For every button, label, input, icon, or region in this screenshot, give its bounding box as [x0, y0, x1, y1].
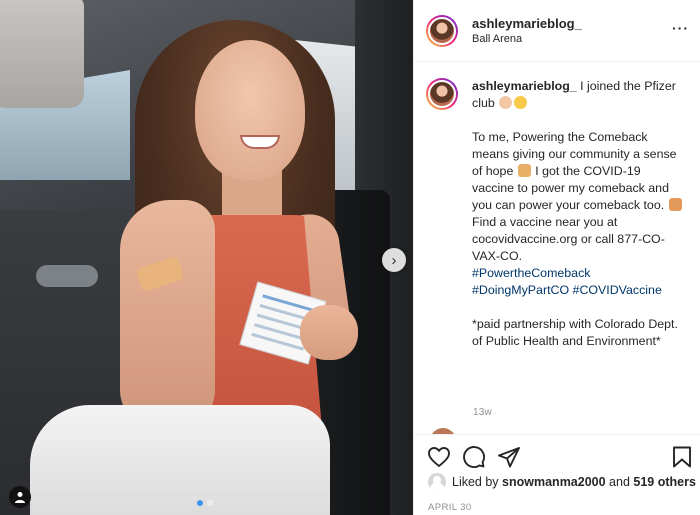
share-button[interactable]: [497, 445, 521, 469]
author-avatar[interactable]: [426, 14, 458, 47]
caption-avatar[interactable]: [426, 78, 458, 110]
more-options-icon[interactable]: ···: [672, 20, 689, 36]
post-header: ashleymarieblog_ Ball Arena ···: [414, 0, 700, 62]
author-username[interactable]: ashleymarieblog_: [472, 15, 582, 32]
caption-para2-c: Find a vaccine near you at cocovidvaccin…: [472, 215, 665, 263]
flexed-biceps-emoji-icon: [668, 198, 682, 211]
paper-plane-icon: [498, 447, 520, 468]
like-button[interactable]: [427, 445, 451, 469]
grinning-face-emoji-icon: [514, 96, 528, 109]
caption-hashtags: #PowertheComeback #DoingMyPartCO #COVIDV…: [472, 265, 686, 297]
likes-prefix: Liked by: [452, 475, 499, 489]
likes-summary: Liked by snowmanma2000 and 519 others: [428, 473, 696, 491]
comment-icon: [463, 446, 485, 468]
comments-section: ashleymarieblog_ I joined the Pfizer clu…: [414, 62, 700, 434]
user-icon: [15, 492, 25, 503]
save-button[interactable]: [670, 445, 694, 469]
hashtag-link[interactable]: #PowertheComeback: [472, 265, 686, 282]
carousel-dot-2: [207, 500, 213, 506]
next-comment-peek: [426, 424, 696, 434]
sun-visor: [0, 0, 84, 108]
post-caption: ashleymarieblog_ I joined the Pfizer clu…: [426, 78, 696, 350]
caption-time-ago[interactable]: 13w: [473, 407, 492, 418]
likes-middle: and: [605, 475, 634, 489]
person-face: [195, 40, 305, 180]
likes-count-link[interactable]: 519 others: [633, 475, 696, 489]
caption-username[interactable]: ashleymarieblog_: [472, 79, 577, 93]
caption-paragraph-3: *paid partnership with Colorado Dept. of…: [472, 317, 678, 348]
comment-button[interactable]: [462, 445, 486, 469]
post-side-panel: ashleymarieblog_ Ball Arena ··· ashleyma…: [413, 0, 700, 515]
post-actions: Liked by snowmanma2000 and 519 others AP…: [414, 434, 700, 513]
carousel-next-button[interactable]: ›: [382, 248, 406, 272]
heart-icon: [428, 447, 450, 467]
door-handle: [36, 265, 98, 287]
post-photo[interactable]: ›: [0, 0, 413, 515]
person-jeans: [30, 405, 330, 515]
carousel-indicator: [197, 500, 213, 506]
liker-avatar[interactable]: [428, 473, 446, 491]
liker-username[interactable]: snowmanma2000: [502, 475, 606, 489]
caption-paragraph-2: To me, Powering the Comeback means givin…: [472, 129, 686, 265]
post-date[interactable]: APRIL 30: [428, 502, 472, 513]
chevron-right-icon: ›: [391, 251, 397, 269]
person-hand: [300, 305, 358, 360]
hashtag-link[interactable]: #COVIDVaccine: [573, 283, 662, 297]
carousel-dot-1: [197, 500, 203, 506]
clapping-hands-emoji-icon: [499, 96, 513, 109]
bookmark-icon: [673, 446, 691, 468]
tagged-users-button[interactable]: [9, 486, 31, 508]
folded-hands-emoji-icon: [517, 164, 531, 177]
person-shoulder: [120, 200, 215, 430]
hashtag-link[interactable]: #DoingMyPartCO: [472, 283, 569, 297]
post-location[interactable]: Ball Arena: [472, 32, 582, 47]
